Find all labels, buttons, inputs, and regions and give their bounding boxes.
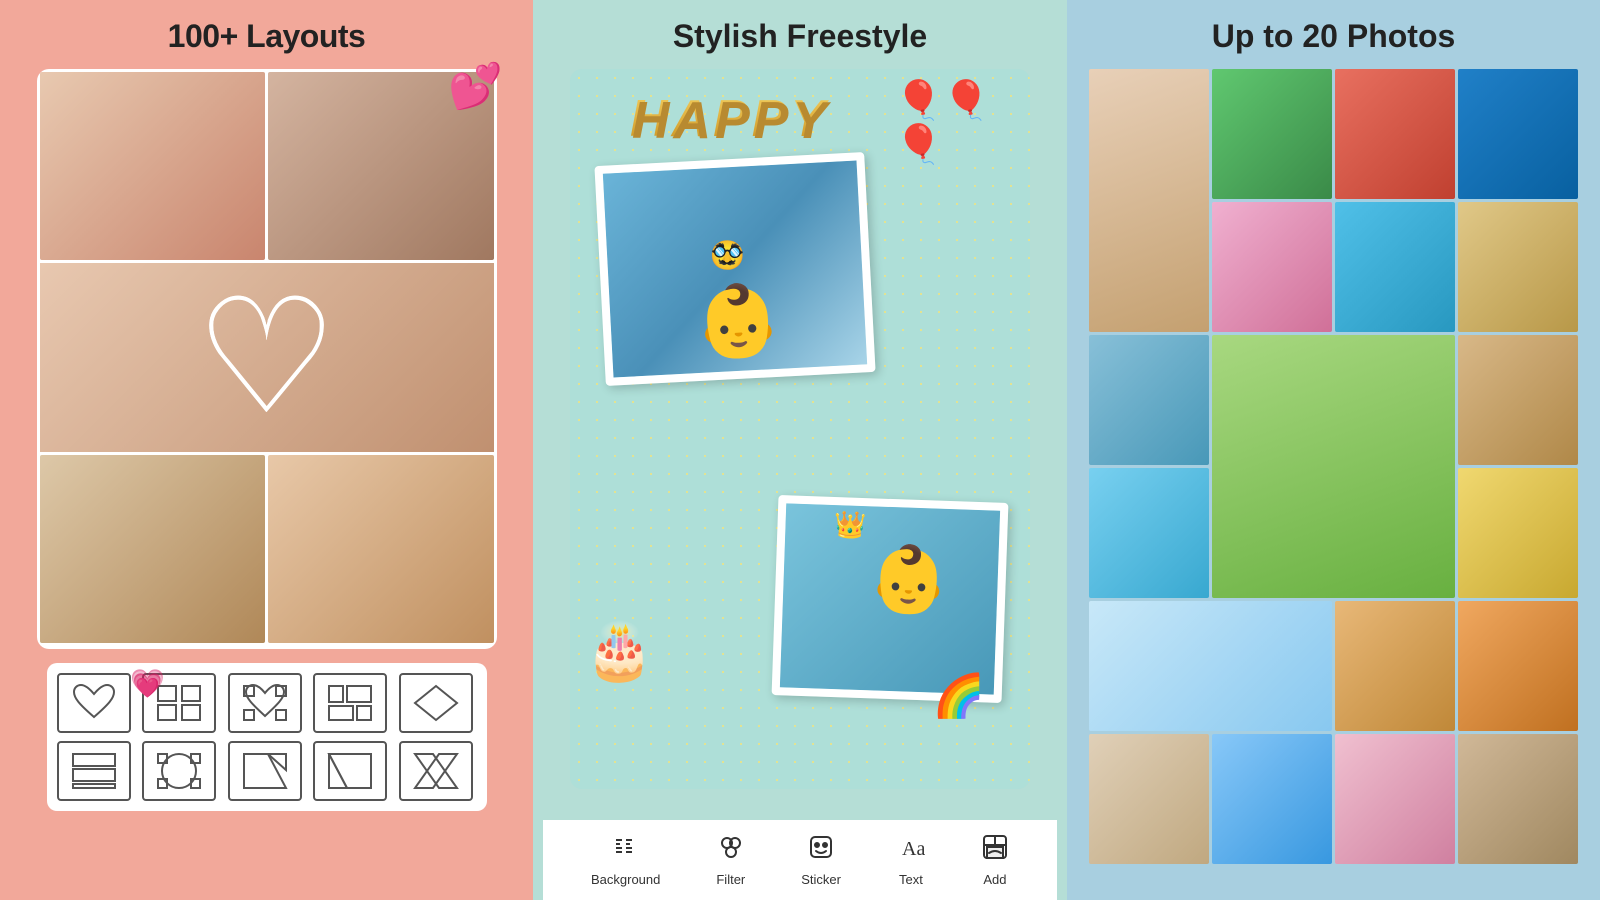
freestyle-canvas: HAPPY 🎈🎈🎈 👶 🥸 👑 👶 🎂 (570, 69, 1030, 789)
mosaic-photo-3 (1335, 69, 1455, 199)
layout-thumb-circle[interactable] (142, 741, 216, 801)
layout-thumb-diag2[interactable] (313, 741, 387, 801)
layout-thumb-cross[interactable] (399, 741, 473, 801)
layout-thumb-diamond[interactable] (399, 673, 473, 733)
photo-card-2-image: 👑 👶 (780, 503, 1000, 694)
filter-icon (717, 833, 745, 868)
layout-thumb-grid4[interactable] (142, 673, 216, 733)
mosaic-photo-4 (1458, 69, 1578, 199)
mosaic-photo-18 (1335, 734, 1455, 864)
panel3-title: Up to 20 Photos (1212, 18, 1456, 55)
happy-text-sticker: HAPPY (630, 89, 829, 149)
collage-photo-2 (268, 72, 494, 260)
mosaic-photo-8 (1089, 335, 1209, 465)
mosaic-photo-2 (1212, 69, 1332, 199)
collage-photo-5 (268, 455, 494, 643)
balloon-sticker: 🎈🎈🎈 (895, 79, 990, 167)
mosaic-photo-7 (1458, 202, 1578, 332)
panel1-title: 100+ Layouts (168, 18, 366, 55)
mosaic-photo-14 (1335, 601, 1455, 731)
sticker-icon (807, 833, 835, 868)
sticker-label: Sticker (801, 872, 841, 887)
mosaic-photo-6 (1335, 202, 1455, 332)
svg-text:Aa: Aa (902, 838, 925, 860)
mosaic-photo-9 (1212, 335, 1455, 598)
background-label: Background (591, 872, 660, 887)
collage-preview: ♡ (37, 69, 497, 649)
mosaic-photo-17 (1212, 734, 1332, 864)
text-icon: Aa (897, 833, 925, 868)
panel2-title: Stylish Freestyle (673, 18, 927, 55)
mosaic-photo-1 (1089, 69, 1209, 332)
add-icon (981, 833, 1009, 868)
filter-label: Filter (716, 872, 745, 887)
crown-sticker: 👑 (833, 509, 866, 541)
mosaic-photo-16 (1089, 734, 1209, 864)
layout-thumb-grid5[interactable] (313, 673, 387, 733)
tool-add[interactable]: Add (981, 833, 1009, 887)
tool-text[interactable]: Aa Text (897, 833, 925, 887)
panel-photos: Up to 20 Photos (1067, 0, 1600, 900)
background-icon (612, 833, 640, 868)
panel-layouts: 100+ Layouts ♡ 💕 💗 (0, 0, 533, 900)
baby-figure-2: 👶 (867, 541, 950, 617)
mosaic-photo-5 (1212, 202, 1332, 332)
photo-mosaic (1089, 69, 1579, 880)
mosaic-photo-11 (1089, 468, 1209, 598)
mosaic-photo-13 (1089, 601, 1332, 731)
mosaic-photo-10 (1458, 335, 1578, 465)
baby-figure-1: 👶 (692, 279, 783, 365)
add-label: Add (983, 872, 1006, 887)
tool-filter[interactable]: Filter (716, 833, 745, 887)
text-label: Text (899, 872, 923, 887)
layout-thumb-3rect[interactable] (57, 741, 131, 801)
rainbow-sticker: 🌈 (933, 672, 985, 721)
panel-freestyle: Stylish Freestyle HAPPY 🎈🎈🎈 👶 🥸 👑 👶 (533, 0, 1067, 900)
mosaic-photo-15 (1458, 601, 1578, 731)
freestyle-toolbar: Background Filter Sticker (543, 820, 1057, 900)
collage-photo-4 (40, 455, 266, 643)
heart-shape-icon: ♡ (195, 277, 338, 437)
mosaic-photo-12 (1458, 468, 1578, 598)
collage-photo-1 (40, 72, 266, 260)
cake-sticker: 🎂 (585, 619, 653, 684)
layout-thumb-heart[interactable] (57, 673, 131, 733)
layout-thumb-heart2[interactable] (228, 673, 302, 733)
mosaic-photo-19 (1458, 734, 1578, 864)
layout-thumbnails (47, 663, 487, 811)
tool-background[interactable]: Background (591, 833, 660, 887)
collage-heart-cell: ♡ (40, 263, 494, 451)
layout-thumb-diag1[interactable] (228, 741, 302, 801)
mustache-sticker: 🥸 (709, 238, 745, 272)
tool-sticker[interactable]: Sticker (801, 833, 841, 887)
